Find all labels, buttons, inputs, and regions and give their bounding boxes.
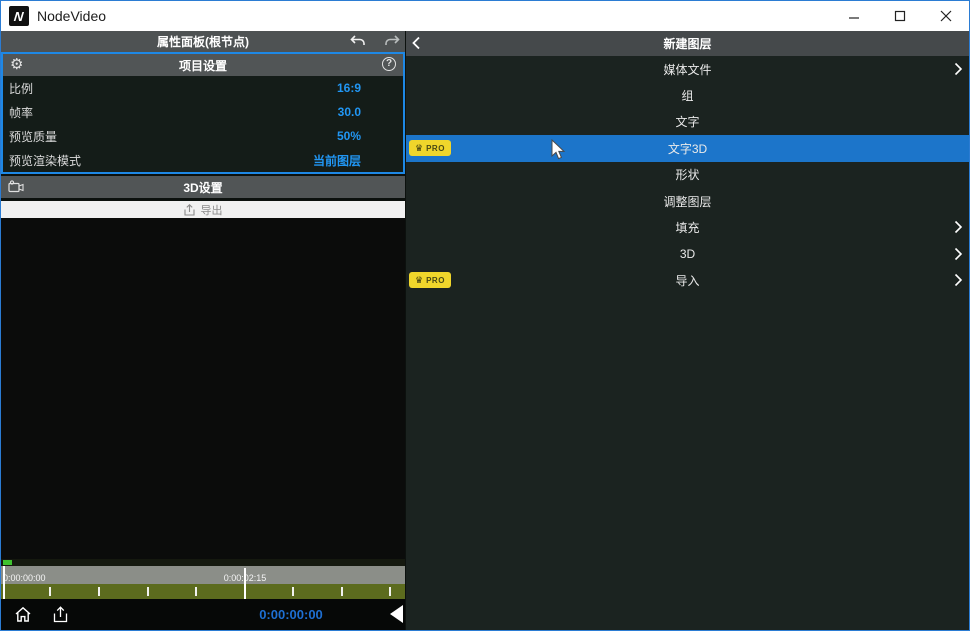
new-layer-header: 新建图层 bbox=[406, 31, 969, 56]
menu-item-media-file[interactable]: 媒体文件 bbox=[406, 56, 969, 82]
close-icon bbox=[940, 10, 952, 22]
setting-row-ratio[interactable]: 比例 16:9 bbox=[3, 76, 403, 100]
setting-label: 帧率 bbox=[9, 104, 33, 121]
settings-3d-header[interactable]: 3D设置 bbox=[1, 176, 405, 198]
redo-button[interactable] bbox=[383, 33, 401, 49]
setting-label: 比例 bbox=[9, 80, 33, 97]
home-button[interactable] bbox=[10, 602, 36, 628]
upload-icon bbox=[53, 606, 68, 623]
menu-item-fill[interactable]: 填充 bbox=[406, 214, 969, 240]
ruler-tick bbox=[195, 587, 197, 596]
menu-item-text3d[interactable]: ♛ PRO 文字3D bbox=[406, 135, 969, 161]
camera-icon bbox=[8, 180, 24, 198]
setting-row-preview-quality[interactable]: 预览质量 50% bbox=[3, 124, 403, 148]
pro-badge: ♛ PRO bbox=[409, 272, 451, 288]
properties-panel: 属性面板(根节点) ⚙ 项目设置 bbox=[1, 31, 405, 630]
upload-icon bbox=[184, 204, 195, 216]
export-label: 导出 bbox=[201, 202, 223, 218]
close-button[interactable] bbox=[923, 1, 969, 31]
timeline-track[interactable] bbox=[1, 584, 405, 599]
pro-badge-label: PRO bbox=[426, 276, 445, 285]
minimize-button[interactable] bbox=[831, 1, 877, 31]
chevron-right-icon bbox=[954, 220, 963, 239]
in-point-marker[interactable] bbox=[3, 560, 12, 565]
ruler-tick bbox=[147, 587, 149, 596]
menu-item-label: 媒体文件 bbox=[663, 61, 711, 78]
pro-badge: ♛ PRO bbox=[409, 140, 451, 156]
new-layer-panel: 新建图层 媒体文件 组 文字 ♛ P bbox=[405, 31, 969, 630]
export-button[interactable]: 导出 bbox=[1, 201, 405, 218]
menu-item-label: 填充 bbox=[675, 219, 699, 236]
app-logo-icon: N bbox=[9, 6, 29, 26]
chevron-left-icon bbox=[411, 36, 421, 50]
export-share-button[interactable] bbox=[47, 602, 73, 628]
pro-badge-label: PRO bbox=[426, 144, 445, 153]
app-title: NodeVideo bbox=[37, 8, 106, 24]
bottom-toolbar: 0:00:00:00 bbox=[1, 599, 405, 630]
home-icon bbox=[14, 606, 32, 623]
setting-row-render-mode[interactable]: 预览渲染模式 当前图层 bbox=[3, 148, 403, 172]
current-time-display: 0:00:00:00 bbox=[241, 607, 341, 622]
ruler-tick bbox=[292, 587, 294, 596]
project-settings-section: ⚙ 项目设置 ? 比例 16:9 帧率 30.0 预览质量 50% 预览渲染 bbox=[1, 52, 405, 174]
ruler-tick bbox=[98, 587, 100, 596]
minimize-icon bbox=[848, 10, 860, 22]
gear-icon: ⚙ bbox=[10, 56, 23, 73]
menu-item-3d[interactable]: 3D bbox=[406, 241, 969, 267]
properties-panel-title: 属性面板(根节点) bbox=[157, 33, 249, 50]
chevron-right-icon bbox=[954, 273, 963, 292]
chevron-right-icon bbox=[954, 62, 963, 81]
menu-item-label: 调整图层 bbox=[663, 193, 711, 210]
ruler-tick bbox=[341, 587, 343, 596]
main-area: 属性面板(根节点) ⚙ 项目设置 bbox=[1, 31, 969, 630]
setting-row-framerate[interactable]: 帧率 30.0 bbox=[3, 100, 403, 124]
menu-item-label: 文字3D bbox=[668, 140, 707, 157]
setting-value[interactable]: 当前图层 bbox=[313, 152, 361, 169]
back-button[interactable] bbox=[411, 36, 421, 55]
setting-value[interactable]: 16:9 bbox=[337, 81, 361, 95]
timeline[interactable]: 0:00:00:00 0:00:02:15 bbox=[1, 559, 405, 599]
playhead[interactable] bbox=[3, 566, 5, 599]
ruler-tick bbox=[389, 587, 391, 596]
app-window: N NodeVideo 属性面板(根节点) bbox=[0, 0, 970, 631]
undo-icon bbox=[350, 35, 366, 47]
layer-type-list: 媒体文件 组 文字 ♛ PRO 文字3D bbox=[406, 56, 969, 630]
menu-item-label: 文字 bbox=[675, 113, 699, 130]
menu-item-label: 形状 bbox=[675, 166, 699, 183]
settings-3d-title: 3D设置 bbox=[183, 179, 222, 196]
setting-value[interactable]: 30.0 bbox=[338, 105, 361, 119]
menu-item-label: 导入 bbox=[675, 272, 699, 289]
menu-item-label: 3D bbox=[680, 247, 695, 261]
setting-label: 预览渲染模式 bbox=[9, 152, 81, 169]
setting-label: 预览质量 bbox=[9, 128, 57, 145]
timeline-start-label: 0:00:00:00 bbox=[3, 573, 46, 583]
help-icon[interactable]: ? bbox=[382, 57, 396, 71]
redo-icon bbox=[384, 35, 400, 47]
menu-item-import[interactable]: ♛ PRO 导入 bbox=[406, 267, 969, 293]
preview-viewport[interactable] bbox=[1, 218, 405, 559]
maximize-icon bbox=[894, 10, 906, 22]
properties-panel-header: 属性面板(根节点) bbox=[1, 31, 405, 52]
titlebar: N NodeVideo bbox=[1, 1, 969, 31]
new-layer-title: 新建图层 bbox=[663, 35, 711, 52]
setting-value[interactable]: 50% bbox=[337, 129, 361, 143]
crown-icon: ♛ bbox=[415, 275, 423, 285]
menu-item-label: 组 bbox=[681, 87, 693, 104]
menu-item-text[interactable]: 文字 bbox=[406, 109, 969, 135]
menu-item-group[interactable]: 组 bbox=[406, 82, 969, 108]
major-tick-marker bbox=[244, 568, 246, 599]
ruler-tick bbox=[49, 587, 51, 596]
undo-button[interactable] bbox=[349, 33, 367, 49]
menu-item-shape[interactable]: 形状 bbox=[406, 162, 969, 188]
maximize-button[interactable] bbox=[877, 1, 923, 31]
chevron-right-icon bbox=[954, 247, 963, 266]
crown-icon: ♛ bbox=[415, 143, 423, 153]
collapse-triangle-icon[interactable] bbox=[390, 605, 403, 623]
project-settings-header[interactable]: ⚙ 项目设置 ? bbox=[3, 54, 403, 76]
menu-item-adjustment-layer[interactable]: 调整图层 bbox=[406, 188, 969, 214]
project-settings-title: 项目设置 bbox=[179, 57, 227, 74]
timeline-ruler[interactable]: 0:00:00:00 0:00:02:15 bbox=[1, 566, 405, 584]
